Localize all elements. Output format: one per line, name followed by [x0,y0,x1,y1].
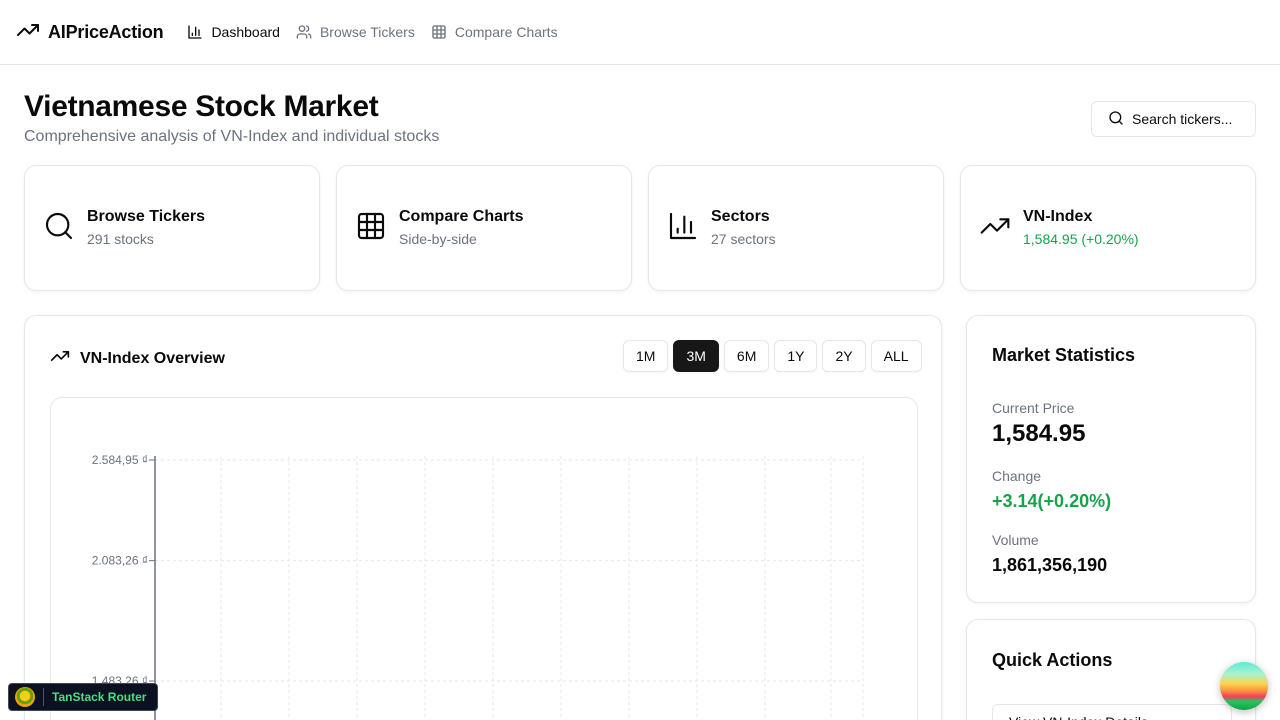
card-title: Browse Tickers [87,208,205,225]
query-devtools-button[interactable] [1220,662,1268,710]
page-title: Vietnamese Stock Market [24,90,379,123]
nav-item-compare-charts[interactable]: Compare Charts [431,24,558,40]
nav-item-dashboard[interactable]: Dashboard [187,24,280,40]
volume-label: Volume [992,532,1039,548]
grid-icon [355,210,387,247]
vn-index-overview-panel: VN-Index Overview 1M 3M 6M 1Y 2Y ALL 2.5… [24,315,942,720]
card-subtitle: Side-by-side [399,231,477,247]
card-browse-tickers[interactable]: Browse Tickers 291 stocks [24,165,320,291]
range-1y-button[interactable]: 1Y [774,340,818,372]
volume-value: 1,861,356,190 [992,555,1108,575]
search-label: Search tickers... [1132,111,1233,127]
card-subtitle: 1,584.95 (+0.20%) [1023,231,1139,247]
search-icon [1108,110,1124,129]
nav-label: Browse Tickers [319,24,415,40]
stats-title: Market Statistics [992,345,1136,365]
nav-item-browse-tickers[interactable]: Browse Tickers [296,24,415,40]
change-label: Change [992,468,1042,484]
market-statistics-panel: Market Statistics Current Price 1,584.95… [966,315,1256,603]
search-tickers-button[interactable]: Search tickers... [1091,101,1256,137]
brand[interactable]: AIPriceAction [16,18,164,47]
current-price-label: Current Price [992,400,1075,416]
chart-container[interactable]: 2.584,95 ₫ 2.083,26 ₫ 1.483,26 ₫ [50,397,918,720]
range-selector: 1M 3M 6M 1Y 2Y ALL [623,340,922,372]
brand-name: AIPriceAction [48,21,164,42]
overview-header: VN-Index Overview [50,346,225,371]
trending-up-icon [50,346,70,371]
card-title: VN-Index [1023,208,1093,225]
view-vn-index-details-button[interactable]: View VN-Index Details [992,704,1232,720]
tanstack-router-devtools[interactable]: TanStack Router [8,683,158,711]
vertical-gridlines [154,456,864,720]
range-1m-button[interactable]: 1M [623,340,669,372]
range-all-button[interactable]: ALL [870,340,922,372]
bar-chart-icon [187,24,203,40]
users-icon [296,24,312,40]
card-title: Compare Charts [399,208,524,225]
horizontal-gridlines [155,459,863,682]
card-sectors[interactable]: Sectors 27 sectors [648,165,944,291]
search-icon [43,210,75,247]
card-title: Sectors [711,208,770,225]
range-2y-button[interactable]: 2Y [822,340,866,372]
trending-up-icon [16,18,40,47]
divider [43,688,44,706]
nav-label: Compare Charts [454,24,558,40]
quick-actions-panel: Quick Actions View VN-Index Details [966,619,1256,720]
devtools-label: TanStack Router [52,690,147,704]
tanstack-logo-icon [15,687,35,707]
change-value: +3.14(+0.20%) [992,491,1112,511]
current-price-value: 1,584.95 [992,420,1086,447]
nav-label: Dashboard [211,24,280,40]
quick-actions-title: Quick Actions [992,650,1113,670]
card-vn-index[interactable]: VN-Index 1,584.95 (+0.20%) [960,165,1256,291]
y-axis-ticks: 2.584,95 ₫2.083,26 ₫1.483,26 ₫ [92,453,155,688]
trending-up-icon [979,210,1011,247]
range-3m-button[interactable]: 3M [673,340,719,372]
card-subtitle: 27 sectors [711,231,776,247]
card-compare-charts[interactable]: Compare Charts Side-by-side [336,165,632,291]
card-subtitle: 291 stocks [87,231,154,247]
overview-title: VN-Index Overview [80,349,225,367]
vn-index-chart[interactable]: 2.584,95 ₫2.083,26 ₫1.483,26 ₫ [51,398,917,720]
page-subtitle: Comprehensive analysis of VN-Index and i… [24,128,440,145]
grid-icon [431,24,447,40]
y-tick-label: 2.584,95 ₫ [92,453,148,467]
bar-chart-icon [667,210,699,247]
y-tick-label: 2.083,26 ₫ [92,554,148,568]
top-navbar: AIPriceAction Dashboard Browse Tickers C… [0,0,1280,65]
range-6m-button[interactable]: 6M [723,340,770,372]
